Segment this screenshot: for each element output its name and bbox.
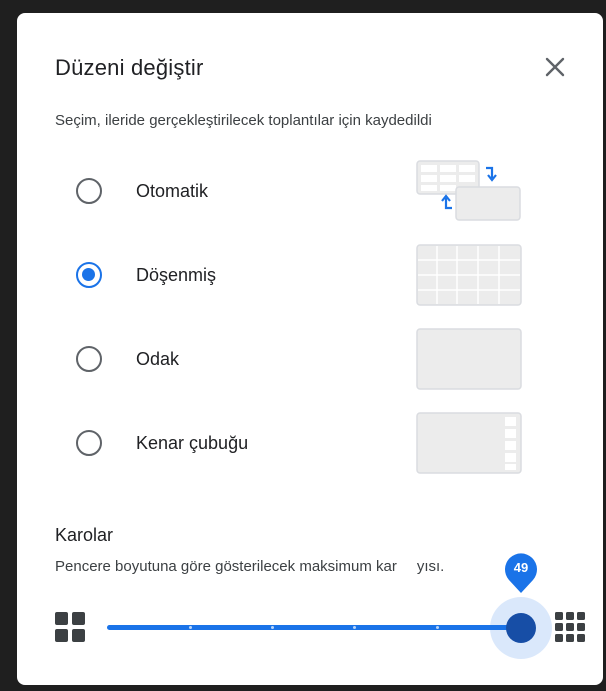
radio-tiled[interactable] [76,262,102,288]
dialog-title: Düzeni değiştir [55,55,204,80]
tiles-description-end: yısı. [416,558,445,575]
grid-large-icon [555,612,585,642]
slider-tick [189,626,192,629]
layout-option-auto[interactable]: Otomatik [55,156,525,226]
option-label-spotlight: Odak [136,348,180,369]
radio-auto[interactable] [76,178,102,204]
dialog-subtitle: Seçim, ileride gerçekleştirilecek toplan… [55,112,432,129]
slider-value-label: 49 [504,553,538,593]
tiled-layout-icon [416,244,522,306]
layout-option-spotlight[interactable]: Odak [55,324,525,394]
spotlight-layout-icon [416,328,522,390]
slider-thumb[interactable] [506,613,536,643]
option-label-sidebar: Kenar çubuğu [136,432,249,453]
slider-tick [436,626,439,629]
radio-spotlight[interactable] [76,346,102,372]
option-label-tiled: Döşenmiş [136,264,217,285]
tiles-description-start: Pencere boyutuna göre gösterilecek maksi… [55,558,397,575]
auto-layout-icon [416,160,521,221]
radio-sidebar[interactable] [76,430,102,456]
slider-tick [353,626,356,629]
tiles-slider[interactable]: 49 [55,553,585,665]
tiles-section-description: Pencere boyutuna göre gösterilecek maksi… [55,558,444,575]
slider-tick [271,626,274,629]
close-button[interactable] [538,50,572,84]
change-layout-dialog: Düzeni değiştir Seçim, ileride gerçekleş… [17,13,603,685]
layout-option-tiled[interactable]: Döşenmiş [55,240,525,310]
sidebar-layout-icon [416,412,522,474]
slider-value-text: 49 [513,560,529,575]
grid-small-icon [55,612,85,642]
layout-option-sidebar[interactable]: Kenar çubuğu [55,408,525,478]
slider-track[interactable] [107,625,533,630]
tiles-section-title: Karolar [55,525,114,545]
option-label-auto: Otomatik [136,180,209,201]
close-icon [545,57,565,77]
